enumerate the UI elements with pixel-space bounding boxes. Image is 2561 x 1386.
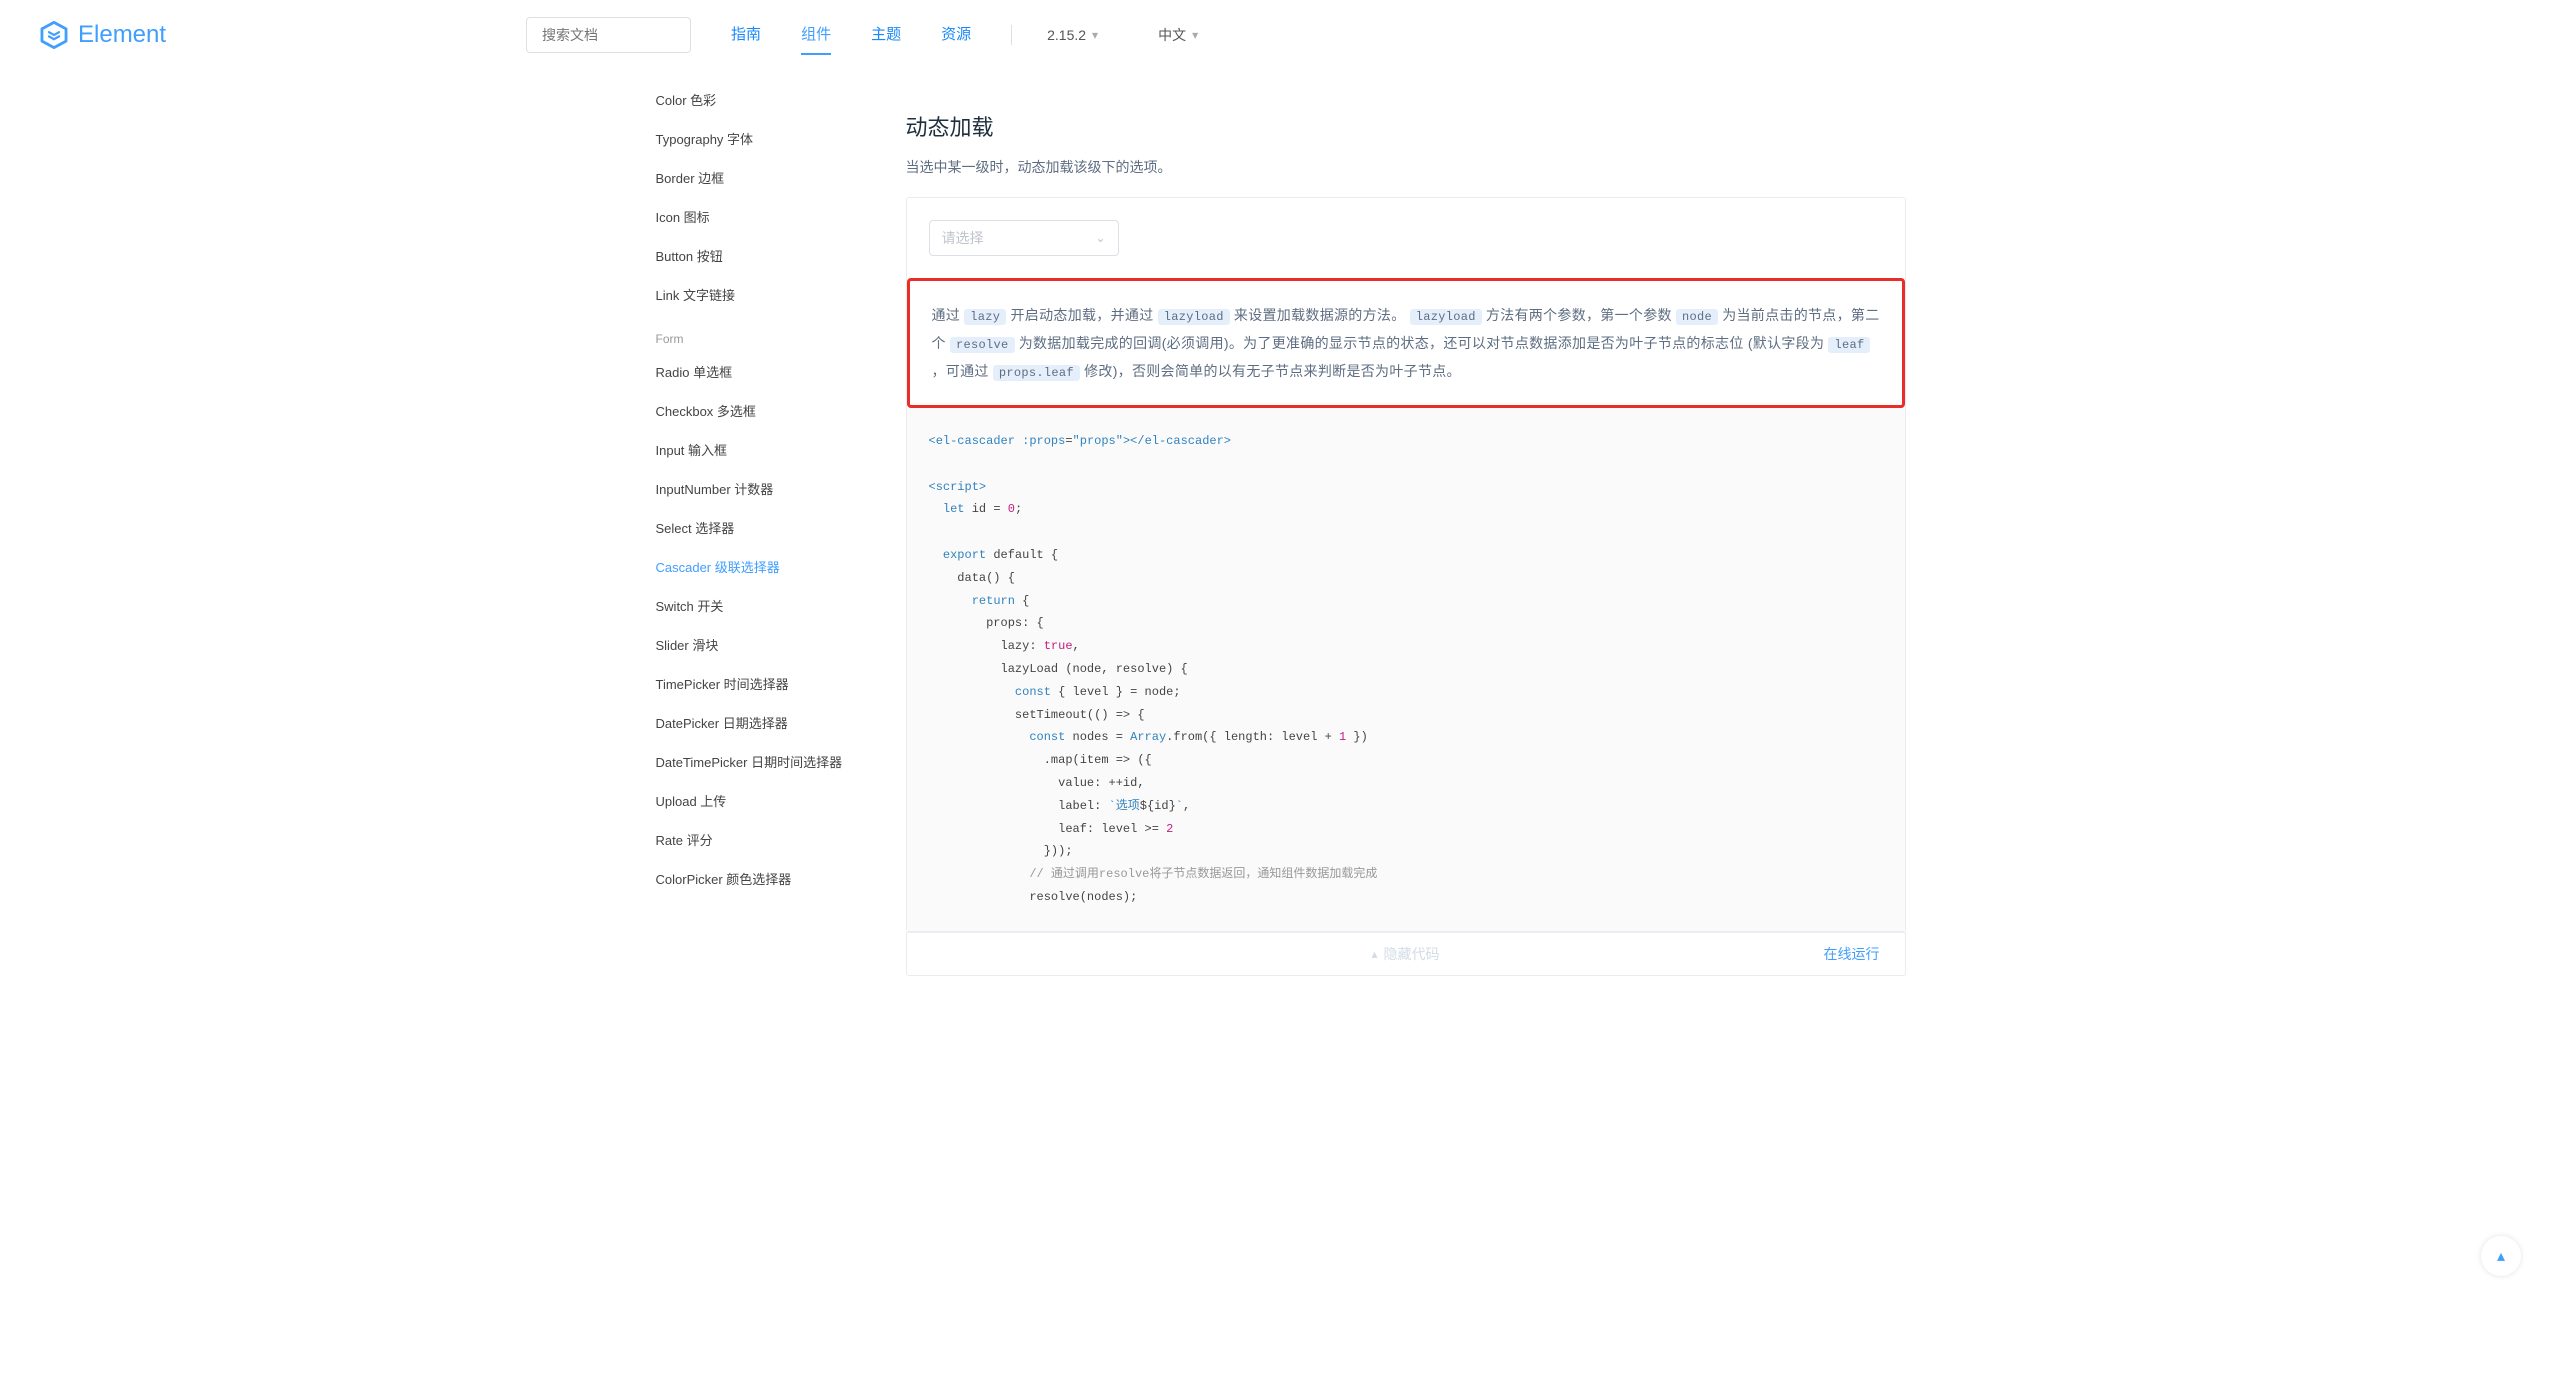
sidebar-item[interactable]: Select 选择器 <box>656 508 896 547</box>
code-inline: lazyload <box>1158 309 1230 325</box>
search-input[interactable] <box>526 17 691 53</box>
demo-box: 请选择 ⌄ 通过 lazy 开启动态加载，并通过 lazyload 来设置加载数… <box>906 197 1906 932</box>
online-run-button[interactable]: 在线运行 <box>1823 944 1905 964</box>
sidebar-item[interactable]: DatePicker 日期选择器 <box>656 703 896 742</box>
sidebar-item[interactable]: Switch 开关 <box>656 586 896 625</box>
code-inline: props.leaf <box>993 365 1080 381</box>
sidebar-item[interactable]: Border 边框 <box>656 158 896 197</box>
code-inline: lazy <box>964 309 1006 325</box>
code-toolbar: ▴ 隐藏代码 在线运行 <box>906 932 1906 976</box>
chevron-down-icon: ⌄ <box>1095 231 1105 245</box>
nav-resource[interactable]: 资源 <box>921 0 991 70</box>
sidebar-item[interactable]: Button 按钮 <box>656 236 896 275</box>
caret-up-icon: ▴ <box>2497 1246 2505 1266</box>
sidebar-item[interactable]: Checkbox 多选框 <box>656 391 896 430</box>
top-nav: 指南 组件 主题 资源 <box>711 0 991 70</box>
code-block: <el-cascader :props="props"></el-cascade… <box>907 408 1905 931</box>
sidebar-item-cascader[interactable]: Cascader 级联选择器 <box>656 547 896 586</box>
demo-area: 请选择 ⌄ <box>907 198 1905 278</box>
sidebar-group-form: Form <box>656 314 896 352</box>
code-inline: lazyload <box>1410 309 1482 325</box>
explain-box: 通过 lazy 开启动态加载，并通过 lazyload 来设置加载数据源的方法。… <box>907 278 1905 408</box>
sidebar-item[interactable]: Rate 评分 <box>656 820 896 859</box>
header: Element 指南 组件 主题 资源 2.15.2 ▾ 中文 ▾ <box>0 0 2561 70</box>
cascader-placeholder: 请选择 <box>942 228 984 248</box>
main-content: 动态加载 当选中某一级时，动态加载该级下的选项。 请选择 ⌄ 通过 lazy 开… <box>896 70 1906 1006</box>
sidebar-item[interactable]: TimePicker 时间选择器 <box>656 664 896 703</box>
logo-icon <box>40 21 68 49</box>
sidebar-item[interactable]: ColorPicker 颜色选择器 <box>656 859 896 898</box>
sidebar-item[interactable]: Typography 字体 <box>656 119 896 158</box>
divider <box>1011 25 1012 45</box>
section-desc: 当选中某一级时，动态加载该级下的选项。 <box>906 157 1906 177</box>
code-inline: node <box>1676 309 1718 325</box>
language-select[interactable]: 中文 ▾ <box>1143 25 1213 45</box>
hide-code-button[interactable]: ▴ 隐藏代码 <box>907 944 1905 964</box>
search-field[interactable] <box>526 17 691 53</box>
version-text: 2.15.2 <box>1047 27 1086 43</box>
sidebar-item[interactable]: InputNumber 计数器 <box>656 469 896 508</box>
version-select[interactable]: 2.15.2 ▾ <box>1032 27 1113 43</box>
sidebar-item[interactable]: DateTimePicker 日期时间选择器 <box>656 742 896 781</box>
sidebar-item[interactable]: Icon 图标 <box>656 197 896 236</box>
sidebar-item[interactable]: Slider 滑块 <box>656 625 896 664</box>
caret-up-icon: ▴ <box>1371 947 1377 961</box>
section-title: 动态加载 <box>906 110 1906 142</box>
hide-code-label: 隐藏代码 <box>1384 944 1440 964</box>
nav-guide[interactable]: 指南 <box>711 0 781 70</box>
logo[interactable]: Element <box>40 21 166 49</box>
nav-component[interactable]: 组件 <box>781 0 851 70</box>
code-inline: leaf <box>1828 337 1870 353</box>
chevron-down-icon: ▾ <box>1192 28 1198 42</box>
chevron-down-icon: ▾ <box>1092 28 1098 42</box>
sidebar-item[interactable]: Input 输入框 <box>656 430 896 469</box>
logo-text: Element <box>78 21 166 49</box>
sidebar-item[interactable]: Link 文字链接 <box>656 275 896 314</box>
back-to-top-button[interactable]: ▴ <box>2481 1236 2521 1276</box>
sidebar-item[interactable]: Radio 单选框 <box>656 352 896 391</box>
sidebar: Color 色彩 Typography 字体 Border 边框 Icon 图标… <box>656 70 896 1006</box>
sidebar-item[interactable]: Upload 上传 <box>656 781 896 820</box>
language-text: 中文 <box>1158 25 1186 45</box>
cascader-input[interactable]: 请选择 ⌄ <box>929 220 1119 256</box>
code-inline: resolve <box>950 337 1015 353</box>
nav-theme[interactable]: 主题 <box>851 0 921 70</box>
sidebar-item[interactable]: Color 色彩 <box>656 80 896 119</box>
